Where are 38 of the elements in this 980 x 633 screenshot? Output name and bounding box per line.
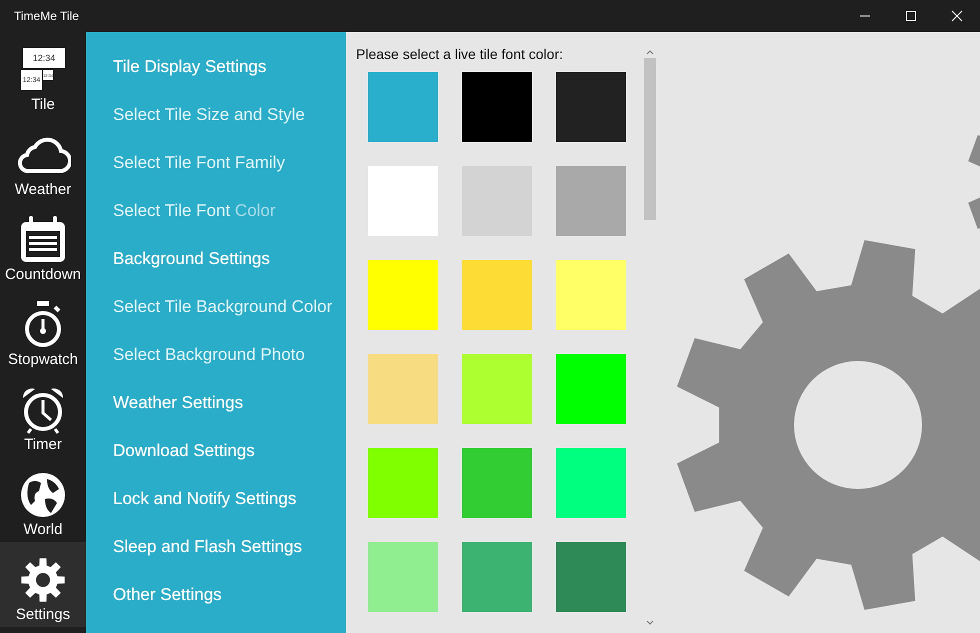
menu-item[interactable]: Download Settings: [113, 441, 346, 489]
menu-item[interactable]: Select Background Photo: [113, 345, 346, 393]
nav-item[interactable]: Settings: [0, 542, 86, 627]
window-title: TimeMe Tile: [13, 9, 79, 23]
menu-item[interactable]: Other Settings: [113, 585, 346, 633]
color-swatch[interactable]: [556, 354, 626, 424]
color-swatch[interactable]: [368, 166, 438, 236]
menu-item[interactable]: Lock and Notify Settings: [113, 489, 346, 537]
nav-item[interactable]: Timer: [0, 372, 86, 457]
color-swatch[interactable]: [368, 72, 438, 142]
color-swatch[interactable]: [462, 448, 532, 518]
color-swatch[interactable]: [556, 542, 626, 612]
menu-item[interactable]: Weather Settings: [113, 393, 346, 441]
color-swatch[interactable]: [556, 72, 626, 142]
color-swatch[interactable]: [368, 354, 438, 424]
menu-item[interactable]: Select Tile Font Color: [113, 201, 346, 249]
menu-item[interactable]: Tile Display Settings: [113, 57, 346, 105]
color-swatch[interactable]: [462, 260, 532, 330]
color-swatch[interactable]: [556, 448, 626, 518]
nav-item[interactable]: Stopwatch: [0, 287, 86, 372]
color-swatch[interactable]: [462, 542, 532, 612]
prompt-text: Please select a live tile font color:: [356, 46, 564, 62]
color-swatch[interactable]: [462, 354, 532, 424]
menu-item[interactable]: Select Tile Background Color: [113, 297, 346, 345]
nav-item[interactable]: World: [0, 457, 86, 542]
nav-item[interactable]: Countdown: [0, 202, 86, 287]
color-swatch[interactable]: [368, 260, 438, 330]
color-swatch[interactable]: [556, 166, 626, 236]
color-swatch[interactable]: [368, 448, 438, 518]
color-swatch[interactable]: [556, 260, 626, 330]
scroll-thumb[interactable]: [644, 58, 656, 220]
nav-item[interactable]: Weather: [0, 117, 86, 202]
menu-item[interactable]: Background Settings: [113, 249, 346, 297]
menu-item[interactable]: Select Tile Font Family: [113, 153, 346, 201]
menu-item[interactable]: Select Tile Size and Style: [113, 105, 346, 153]
menu-item[interactable]: Sleep and Flash Settings: [113, 537, 346, 585]
color-swatch[interactable]: [462, 72, 532, 142]
color-swatch[interactable]: [368, 542, 438, 612]
